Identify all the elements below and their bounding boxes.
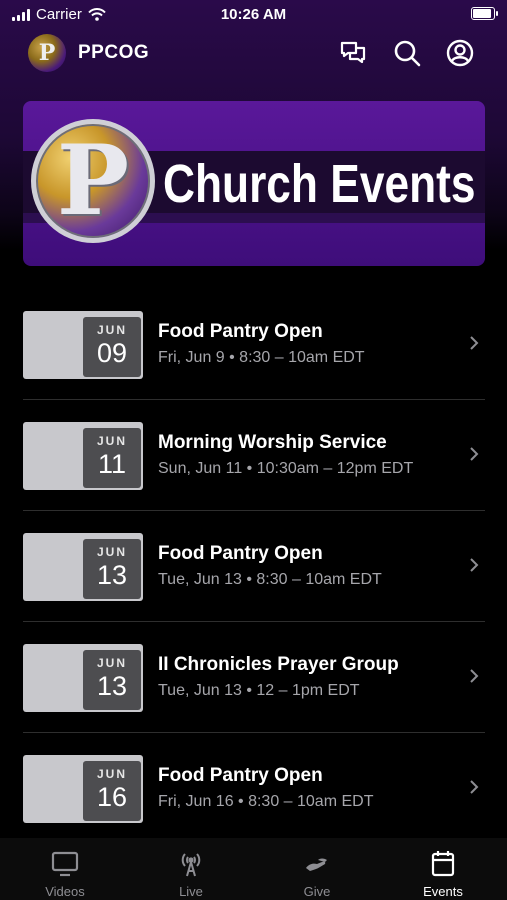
tab-label: Live (179, 884, 203, 899)
event-day: 11 (97, 449, 127, 479)
church-logo-letter: P (56, 124, 130, 237)
event-date-box: JUN 11 (83, 428, 141, 488)
tab-label: Give (303, 884, 331, 899)
chevron-right-icon (470, 336, 479, 350)
battery-icon (471, 7, 498, 20)
chevron-right-icon (470, 558, 479, 572)
event-day: 09 (96, 338, 128, 368)
event-title: Food Pantry Open (158, 321, 323, 342)
event-title: Food Pantry Open (158, 765, 323, 786)
tab-live[interactable]: Live (128, 838, 254, 900)
event-time: Tue, Jun 13 • 8:30 – 10am EDT (158, 571, 382, 588)
tab-label: Events (423, 884, 463, 899)
give-hand-icon (306, 858, 327, 871)
event-date-tile: JUN 16 (23, 755, 143, 823)
event-row[interactable]: JUN 13 II Chronicles Prayer Group Tue, J… (0, 622, 507, 733)
event-month: JUN (96, 323, 127, 337)
event-row[interactable]: JUN 09 Food Pantry Open Fri, Jun 9 • 8:3… (0, 289, 507, 400)
church-logo: P (31, 119, 155, 243)
calendar-icon (431, 851, 455, 877)
event-month: JUN (96, 545, 127, 559)
event-title: Morning Worship Service (158, 432, 387, 453)
event-title: II Chronicles Prayer Group (158, 654, 399, 675)
messages-icon[interactable] (338, 38, 368, 68)
event-month: JUN (96, 434, 127, 448)
event-time: Fri, Jun 16 • 8:30 – 10am EDT (158, 793, 374, 810)
event-title: Food Pantry Open (158, 543, 323, 564)
app-name: PPCOG (78, 42, 150, 63)
tab-label: Videos (45, 884, 85, 899)
broadcast-icon (181, 853, 201, 877)
event-date-tile: JUN 11 (23, 422, 143, 490)
event-row[interactable]: JUN 11 Morning Worship Service Sun, Jun … (0, 400, 507, 511)
tv-icon (51, 851, 79, 877)
status-bar: Carrier 10:26 AM (0, 0, 507, 30)
event-month: JUN (96, 656, 127, 670)
banner-title: Church Events (163, 154, 476, 214)
event-day: 16 (96, 782, 128, 812)
tab-videos[interactable]: Videos (2, 838, 128, 900)
status-time: 10:26 AM (220, 6, 287, 23)
chevron-right-icon (470, 669, 479, 683)
app-header: P PPCOG (0, 32, 507, 76)
chevron-right-icon (470, 447, 479, 461)
event-time: Sun, Jun 11 • 10:30am – 12pm EDT (158, 460, 414, 477)
event-time: Tue, Jun 13 • 12 – 1pm EDT (158, 682, 360, 699)
tab-events[interactable]: Events (380, 838, 506, 900)
event-date-box: JUN 16 (83, 761, 141, 821)
event-row[interactable]: JUN 13 Food Pantry Open Tue, Jun 13 • 8:… (0, 511, 507, 622)
event-date-tile: JUN 13 (23, 644, 143, 712)
search-icon[interactable] (392, 38, 422, 68)
event-day: 13 (96, 560, 128, 590)
event-date-tile: JUN 13 (23, 533, 143, 601)
account-icon[interactable] (445, 38, 475, 68)
event-row[interactable]: JUN 16 Food Pantry Open Fri, Jun 16 • 8:… (0, 733, 507, 844)
event-date-box: JUN 13 (83, 539, 141, 599)
tab-give[interactable]: Give (254, 838, 380, 900)
event-time: Fri, Jun 9 • 8:30 – 10am EDT (158, 349, 365, 366)
chevron-right-icon (470, 780, 479, 794)
event-list: JUN 09 Food Pantry Open Fri, Jun 9 • 8:3… (0, 289, 507, 844)
event-date-tile: JUN 09 (23, 311, 143, 379)
app-logo[interactable]: P (28, 34, 66, 72)
event-day: 13 (96, 671, 128, 701)
church-events-banner: P Church Events (23, 101, 485, 266)
event-date-box: JUN 13 (83, 650, 141, 710)
event-date-box: JUN 09 (83, 317, 141, 377)
event-month: JUN (96, 767, 127, 781)
tab-bar: Videos Live Give Events (0, 838, 507, 900)
